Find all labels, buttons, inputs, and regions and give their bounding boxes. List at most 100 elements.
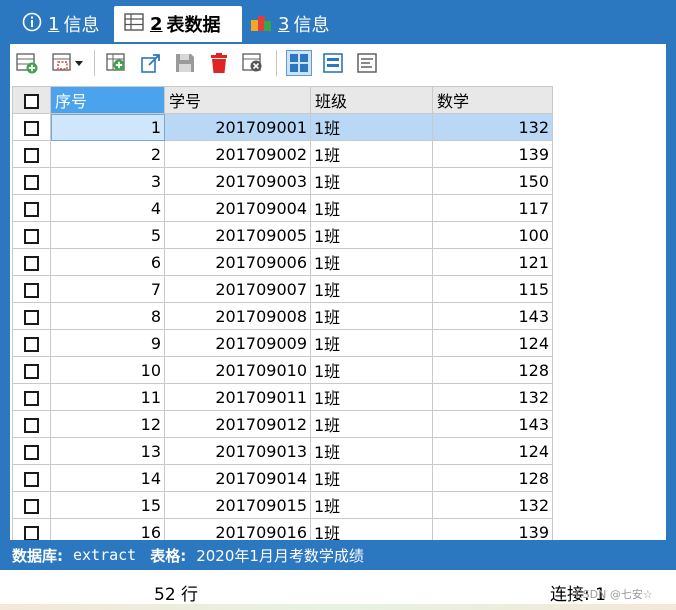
table-cell[interactable]: 201709013 [164, 437, 311, 465]
table-cell[interactable]: 139 [432, 518, 553, 540]
table-row[interactable]: 13 201709013 1班 124 [12, 437, 553, 465]
table-cell[interactable]: 15 [50, 491, 165, 519]
tab-info-3[interactable]: 3 信息 [244, 6, 340, 42]
table-row[interactable]: 10 201709010 1班 128 [12, 356, 553, 384]
column-header[interactable]: 数学 [432, 86, 553, 114]
table-row[interactable]: 3 201709003 1班 150 [12, 167, 553, 195]
row-checkbox[interactable] [12, 140, 51, 168]
discard-icon[interactable] [240, 50, 266, 76]
table-cell[interactable]: 12 [50, 410, 165, 438]
table-cell[interactable]: 201709008 [164, 302, 311, 330]
table-cell[interactable]: 143 [432, 410, 553, 438]
row-checkbox[interactable] [12, 221, 51, 249]
table-cell[interactable]: 1 [50, 113, 165, 141]
table-cell[interactable]: 9 [50, 329, 165, 357]
table-cell[interactable]: 10 [50, 356, 165, 384]
row-checkbox[interactable] [12, 356, 51, 384]
row-checkbox[interactable] [12, 194, 51, 222]
table-cell[interactable]: 201709002 [164, 140, 311, 168]
table-cell[interactable]: 201709014 [164, 464, 311, 492]
table-cell[interactable]: 1班 [310, 410, 433, 438]
table-row[interactable]: 7 201709007 1班 115 [12, 275, 553, 303]
table-cell[interactable]: 1班 [310, 302, 433, 330]
table-cell[interactable]: 4 [50, 194, 165, 222]
table-cell[interactable]: 121 [432, 248, 553, 276]
table-cell[interactable]: 201709010 [164, 356, 311, 384]
row-checkbox[interactable] [12, 464, 51, 492]
tab-info-1[interactable]: 1 信息 [14, 6, 112, 42]
table-cell[interactable]: 132 [432, 113, 553, 141]
select-all-checkbox[interactable] [12, 86, 51, 114]
table-cell[interactable]: 1班 [310, 356, 433, 384]
table-cell[interactable]: 1班 [310, 329, 433, 357]
tab-table-data[interactable]: 2 表数据 [114, 6, 242, 42]
table-cell[interactable]: 132 [432, 383, 553, 411]
table-cell[interactable]: 201709001 [164, 113, 311, 141]
column-header[interactable]: 序号 [50, 86, 165, 114]
row-checkbox[interactable] [12, 518, 51, 540]
table-cell[interactable]: 8 [50, 302, 165, 330]
table-row[interactable]: 12 201709012 1班 143 [12, 410, 553, 438]
table-cell[interactable]: 1班 [310, 221, 433, 249]
table-cell[interactable]: 201709007 [164, 275, 311, 303]
table-row[interactable]: 6 201709006 1班 121 [12, 248, 553, 276]
table-cell[interactable]: 3 [50, 167, 165, 195]
table-cell[interactable]: 16 [50, 518, 165, 540]
table-cell[interactable]: 115 [432, 275, 553, 303]
table-cell[interactable]: 201709004 [164, 194, 311, 222]
table-cell[interactable]: 201709003 [164, 167, 311, 195]
row-checkbox[interactable] [12, 329, 51, 357]
table-row[interactable]: 16 201709016 1班 139 [12, 518, 553, 540]
row-checkbox[interactable] [12, 275, 51, 303]
row-checkbox[interactable] [12, 383, 51, 411]
table-row[interactable]: 9 201709009 1班 124 [12, 329, 553, 357]
table-cell[interactable]: 1班 [310, 248, 433, 276]
table-cell[interactable]: 201709016 [164, 518, 311, 540]
table-cell[interactable]: 6 [50, 248, 165, 276]
row-checkbox[interactable] [12, 410, 51, 438]
row-checkbox[interactable] [12, 491, 51, 519]
export-icon[interactable] [138, 50, 164, 76]
row-checkbox[interactable] [12, 113, 51, 141]
table-cell[interactable]: 1班 [310, 518, 433, 540]
table-cell[interactable]: 201709009 [164, 329, 311, 357]
table-cell[interactable]: 1班 [310, 383, 433, 411]
table-cell[interactable]: 201709015 [164, 491, 311, 519]
table-cell[interactable]: 11 [50, 383, 165, 411]
table-row[interactable]: 1 201709001 1班 132 [12, 113, 553, 141]
table-cell[interactable]: 100 [432, 221, 553, 249]
table-row[interactable]: 5 201709005 1班 100 [12, 221, 553, 249]
column-header[interactable]: 学号 [164, 86, 311, 114]
column-header[interactable]: 班级 [310, 86, 433, 114]
table-cell[interactable]: 150 [432, 167, 553, 195]
table-cell[interactable]: 13 [50, 437, 165, 465]
table-cell[interactable]: 201709012 [164, 410, 311, 438]
table-cell[interactable]: 1班 [310, 194, 433, 222]
table-row[interactable]: 11 201709011 1班 132 [12, 383, 553, 411]
table-cell[interactable]: 1班 [310, 275, 433, 303]
table-row[interactable]: 4 201709004 1班 117 [12, 194, 553, 222]
table-cell[interactable]: 14 [50, 464, 165, 492]
text-view-icon[interactable] [354, 50, 380, 76]
table-cell[interactable]: 139 [432, 140, 553, 168]
add-record-icon[interactable] [14, 50, 40, 76]
filter-dropdown-icon[interactable] [50, 50, 88, 76]
table-cell[interactable]: 1班 [310, 140, 433, 168]
table-row[interactable]: 2 201709002 1班 139 [12, 140, 553, 168]
table-cell[interactable]: 201709011 [164, 383, 311, 411]
table-cell[interactable]: 128 [432, 356, 553, 384]
table-cell[interactable]: 1班 [310, 113, 433, 141]
table-cell[interactable]: 1班 [310, 464, 433, 492]
table-cell[interactable]: 7 [50, 275, 165, 303]
form-view-icon[interactable] [320, 50, 346, 76]
row-checkbox[interactable] [12, 437, 51, 465]
save-icon[interactable] [172, 50, 198, 76]
row-checkbox[interactable] [12, 302, 51, 330]
table-cell[interactable]: 1班 [310, 167, 433, 195]
insert-row-icon[interactable] [104, 50, 130, 76]
row-checkbox[interactable] [12, 248, 51, 276]
table-cell[interactable]: 2 [50, 140, 165, 168]
table-cell[interactable]: 128 [432, 464, 553, 492]
table-cell[interactable]: 132 [432, 491, 553, 519]
table-cell[interactable]: 201709006 [164, 248, 311, 276]
